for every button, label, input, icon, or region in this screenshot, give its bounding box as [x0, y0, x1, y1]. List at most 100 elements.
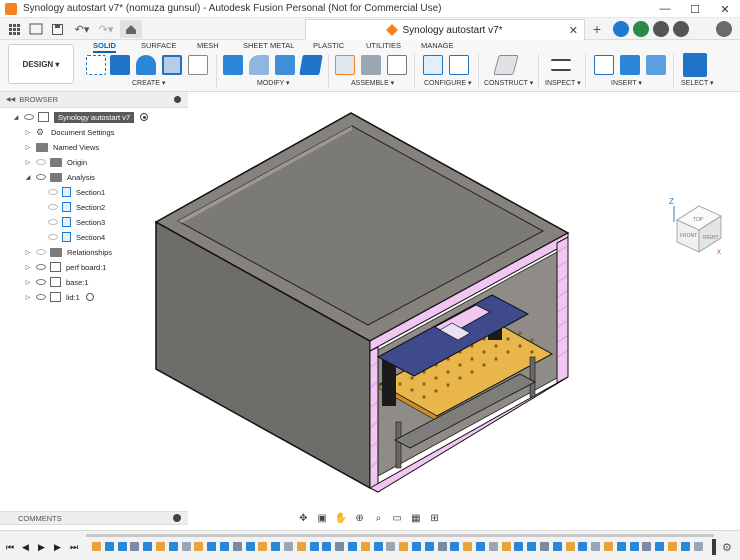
- timeline-feature-icon[interactable]: [245, 542, 255, 551]
- insert-canvas-icon[interactable]: [646, 55, 666, 75]
- timeline-feature-icon[interactable]: [386, 542, 396, 551]
- visibility-eye-icon[interactable]: [36, 249, 46, 255]
- tab-solid[interactable]: SOLID: [93, 41, 116, 53]
- user-avatar[interactable]: [716, 21, 732, 37]
- timeline-track[interactable]: [86, 534, 714, 537]
- timeline-feature-icon[interactable]: [680, 542, 690, 551]
- tree-item-named-views[interactable]: ▷ Named Views: [24, 140, 99, 154]
- look-at-icon[interactable]: ▣: [315, 511, 330, 525]
- timeline-prev-icon[interactable]: ◀: [22, 542, 29, 553]
- timeline-feature-icon[interactable]: [156, 542, 165, 551]
- parameters-icon[interactable]: [423, 55, 443, 75]
- timeline-feature-icon[interactable]: [207, 542, 217, 551]
- expand-arrow-icon[interactable]: ▷: [24, 159, 32, 166]
- inspect-menu[interactable]: INSPECT ▾: [545, 79, 581, 87]
- tree-item-analysis[interactable]: ◢ Analysis: [24, 170, 95, 184]
- select-icon[interactable]: [683, 53, 707, 77]
- timeline-feature-icon[interactable]: [348, 542, 357, 551]
- revolve-icon[interactable]: [136, 55, 156, 75]
- visibility-eye-icon[interactable]: [36, 174, 46, 180]
- timeline-feature-icon[interactable]: [117, 542, 127, 551]
- tree-item-section4[interactable]: Section4: [44, 230, 105, 244]
- new-tab-icon[interactable]: +: [590, 21, 604, 37]
- comments-panel[interactable]: COMMENTS: [0, 511, 188, 525]
- tab-plastic[interactable]: PLASTIC: [313, 41, 344, 51]
- document-tab[interactable]: Synology autostart v7* ✕: [305, 19, 585, 40]
- minimize-button[interactable]: —: [650, 0, 680, 18]
- tree-item-document-settings[interactable]: ▷ ⚙ Document Settings: [24, 125, 115, 139]
- timeline-feature-icon[interactable]: [616, 542, 626, 551]
- timeline-feature-icon[interactable]: [168, 542, 178, 551]
- timeline-feature-icon[interactable]: [322, 542, 332, 551]
- timeline-feature-icon[interactable]: [130, 542, 140, 551]
- expand-arrow-icon[interactable]: ▷: [24, 249, 32, 256]
- tree-item-section2[interactable]: Section2: [44, 200, 105, 214]
- timeline-feature-icon[interactable]: [296, 542, 306, 551]
- tab-mesh[interactable]: MESH: [197, 41, 219, 51]
- visibility-eye-icon[interactable]: [48, 234, 58, 240]
- fit-icon[interactable]: ⌕: [371, 511, 386, 525]
- close-tab-icon[interactable]: ✕: [569, 24, 578, 37]
- chamfer-icon[interactable]: [275, 55, 295, 75]
- tab-surface[interactable]: SURFACE: [141, 41, 176, 51]
- visibility-eye-icon[interactable]: [36, 264, 46, 270]
- browser-pin-icon[interactable]: [174, 96, 181, 103]
- timeline-feature-icon[interactable]: [373, 542, 383, 551]
- timeline-feature-icon[interactable]: [181, 542, 191, 551]
- timeline-feature-icon[interactable]: [335, 542, 345, 551]
- visibility-eye-icon[interactable]: [48, 204, 58, 210]
- as-built-joint-icon[interactable]: [387, 55, 407, 75]
- grid-settings-icon[interactable]: ▦: [409, 511, 424, 525]
- close-window-button[interactable]: ✕: [710, 0, 740, 18]
- maximize-button[interactable]: ☐: [680, 0, 710, 18]
- timeline-feature-icon[interactable]: [565, 542, 575, 551]
- tab-manage[interactable]: MANAGE: [421, 41, 454, 51]
- timeline-feature-icon[interactable]: [309, 542, 319, 551]
- pan-icon[interactable]: ✋: [334, 511, 349, 525]
- tree-item-lid[interactable]: ▷ lid:1: [24, 290, 94, 304]
- modify-menu[interactable]: MODIFY ▾: [257, 79, 290, 87]
- expand-arrow-icon[interactable]: ▷: [24, 144, 32, 151]
- timeline-feature-icon[interactable]: [258, 542, 268, 551]
- tree-item-perf-board[interactable]: ▷ perf board:1: [24, 260, 106, 274]
- offset-plane-icon[interactable]: [493, 55, 519, 75]
- tree-item-section1[interactable]: Section1: [44, 185, 105, 199]
- timeline-feature-icon[interactable]: [360, 542, 370, 551]
- zoom-icon[interactable]: ⊕: [352, 511, 367, 525]
- select-menu[interactable]: SELECT ▾: [681, 79, 714, 87]
- undo-icon[interactable]: ↶▾: [70, 21, 94, 37]
- timeline-feature-icon[interactable]: [604, 542, 613, 551]
- expand-arrow-icon[interactable]: ▷: [24, 264, 32, 271]
- tab-sheet-metal[interactable]: SHEET METAL: [243, 41, 294, 51]
- timeline-feature-icon[interactable]: [399, 542, 409, 551]
- timeline-feature-icon[interactable]: [655, 542, 665, 551]
- tree-item-relationships[interactable]: ▷ Relationships: [24, 245, 112, 259]
- visibility-eye-icon[interactable]: [36, 159, 46, 165]
- timeline-feature-icon[interactable]: [232, 542, 242, 551]
- timeline-feature-icon[interactable]: [220, 542, 229, 551]
- tree-item-section3[interactable]: Section3: [44, 215, 105, 229]
- tab-utilities[interactable]: UTILITIES: [366, 41, 401, 51]
- timeline-feature-icon[interactable]: [424, 542, 434, 551]
- visibility-eye-icon[interactable]: [36, 294, 46, 300]
- timeline-feature-icon[interactable]: [194, 542, 204, 551]
- timeline-feature-icon[interactable]: [450, 542, 460, 551]
- press-pull-icon[interactable]: [223, 55, 243, 75]
- timeline-last-icon[interactable]: ⏭: [70, 542, 78, 553]
- expand-arrow-icon[interactable]: ▷: [24, 129, 32, 136]
- collapse-arrow-icon[interactable]: ◢: [24, 174, 32, 181]
- visibility-eye-icon[interactable]: [24, 114, 34, 120]
- orbit-icon[interactable]: ✥: [296, 511, 311, 525]
- viewcube[interactable]: Z TOP FRONT RIGHT X: [667, 192, 727, 256]
- timeline-feature-icon[interactable]: [514, 542, 524, 551]
- measure-icon[interactable]: [551, 59, 571, 71]
- timeline-feature-icon[interactable]: [271, 542, 281, 551]
- display-settings-icon[interactable]: ▭: [390, 511, 405, 525]
- timeline-feature-icon[interactable]: [143, 542, 153, 551]
- timeline-play-icon[interactable]: ▶: [38, 542, 45, 553]
- save-icon[interactable]: [49, 21, 65, 37]
- browser-header[interactable]: ◀◀ BROWSER: [0, 92, 188, 108]
- shell-icon[interactable]: [299, 55, 323, 75]
- assemble-menu[interactable]: ASSEMBLE ▾: [351, 79, 394, 87]
- expand-arrow-icon[interactable]: ▷: [24, 294, 32, 301]
